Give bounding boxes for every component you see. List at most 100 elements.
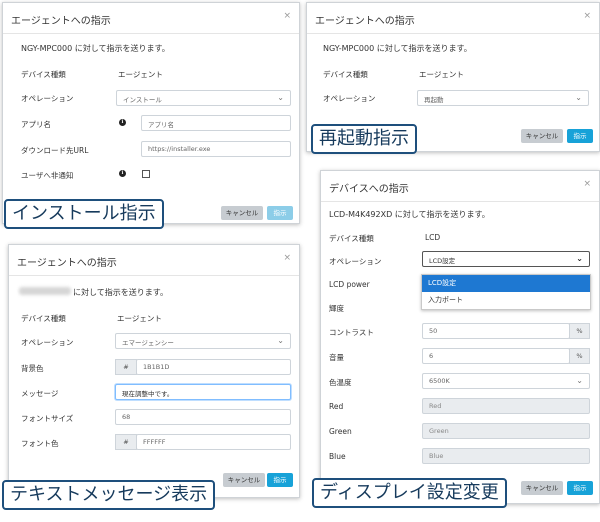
modal-header: エージェントへの指示 × [3,3,299,34]
download-url-input[interactable]: https://installer.exe [141,141,291,157]
caption-text-message: テキストメッセージ表示 [2,480,216,510]
volume-label: 音量 [329,353,344,362]
submit-button[interactable]: 指示 [567,481,593,495]
operation-label: オペレーション [21,338,74,347]
modal-title: エージェントへの指示 [315,16,415,27]
caption-install: インストール指示 [4,199,164,229]
operation-dropdown-list: LCD設定 入力ポート [421,274,591,310]
dropdown-option-lcd-settings[interactable]: LCD設定 [422,275,590,292]
device-type-label: デバイス種類 [329,234,374,243]
operation-select[interactable]: インストール ⌄ [116,90,291,106]
bg-color-label: 背景色 [21,364,44,373]
operation-select-value: インストール [123,96,162,104]
font-size-input[interactable]: 68 [115,409,291,425]
font-color-input[interactable]: FFFFFF [136,434,291,450]
operation-select-value: エマージェンシー [122,339,174,347]
chevron-down-icon: ⌄ [576,376,583,385]
download-url-label: ダウンロード先URL [21,146,89,155]
hash-addon: # [115,434,137,450]
dropdown-option-input-port[interactable]: 入力ポート [422,292,590,309]
device-type-label: デバイス種類 [323,70,368,79]
modal-title: エージェントへの指示 [11,16,111,27]
chevron-down-icon: ⌄ [576,254,583,263]
chevron-down-icon: ⌄ [575,93,582,102]
message-label: メッセージ [21,389,59,398]
operation-select[interactable]: 再起動 ⌄ [417,90,589,106]
notify-label: ユーザへ非通知 [21,171,74,180]
percent-addon: % [569,348,590,364]
notify-checkbox[interactable] [142,170,150,178]
color-temp-label: 色温度 [329,378,352,387]
blue-input[interactable]: Blue [422,448,590,464]
install-modal: エージェントへの指示 × NGY-MPC000 に対して指示を送ります。 デバイ… [2,2,300,224]
message-modal: エージェントへの指示 × に対して指示を送ります。 デバイス種類 エージェント … [8,244,300,498]
close-icon[interactable]: × [283,253,291,263]
color-temp-select[interactable]: 6500K ⌄ [422,373,590,389]
operation-select[interactable]: LCD設定 ⌄ [422,251,590,267]
cancel-button[interactable]: キャンセル [221,206,263,220]
download-url-placeholder: https://installer.exe [148,145,211,153]
green-input[interactable]: Green [422,423,590,439]
blue-label: Blue [329,452,346,461]
device-type-label: デバイス種類 [21,70,66,79]
operation-label: オペレーション [323,94,376,103]
bg-color-value: 1B1B1D [143,363,170,371]
submit-button[interactable]: 指示 [267,473,293,487]
operation-label: オペレーション [329,257,382,266]
app-name-placeholder: アプリ名 [148,121,174,129]
modal-header: エージェントへの指示 × [307,3,599,34]
operation-label: オペレーション [21,94,74,103]
blurred-device-name [19,287,71,295]
close-icon[interactable]: × [583,179,591,189]
device-type-value: エージェント [118,70,163,79]
font-color-label: フォント色 [21,439,59,448]
operation-select-value: LCD設定 [429,257,456,265]
caption-display-settings: ディスプレイ設定変更 [312,478,507,508]
contrast-input[interactable]: 50 [422,323,570,339]
cancel-button[interactable]: キャンセル [521,129,563,143]
red-input[interactable]: Red [422,398,590,414]
message-value: 現在調整中です。 [122,390,174,398]
cancel-button[interactable]: キャンセル [223,473,265,487]
message-input[interactable]: 現在調整中です。 [115,384,291,400]
submit-button[interactable]: 指示 [567,129,593,143]
modal-header: デバイスへの指示 × [321,171,599,202]
app-name-label: アプリ名 [21,120,51,129]
chevron-down-icon: ⌄ [277,93,284,102]
app-name-input[interactable]: アプリ名 [141,115,291,131]
device-type-value: エージェント [117,314,162,323]
display-modal: デバイスへの指示 × LCD-M4K492XD に対して指示を送ります。 デバイ… [320,170,600,504]
modal-description: NGY-MPC000 に対して指示を送ります。 [323,44,472,53]
modal-title: デバイスへの指示 [329,184,409,195]
operation-select[interactable]: エマージェンシー ⌄ [115,333,291,349]
red-label: Red [329,402,344,411]
green-label: Green [329,427,352,436]
contrast-value: 50 [429,327,438,335]
submit-button[interactable]: 指示 [267,206,293,220]
font-size-label: フォントサイズ [21,414,74,423]
red-placeholder: Red [429,402,442,410]
lcd-power-label: LCD power [329,280,370,289]
cancel-button[interactable]: キャンセル [521,481,563,495]
volume-input[interactable]: 6 [422,348,570,364]
modal-description: に対して指示を送ります。 [73,288,168,297]
info-icon[interactable]: i [119,170,126,177]
device-type-label: デバイス種類 [21,314,66,323]
hash-addon: # [115,359,137,375]
close-icon[interactable]: × [283,11,291,21]
caption-restart: 再起動指示 [311,124,417,154]
info-icon[interactable]: i [119,119,126,126]
modal-description: NGY-MPC000 に対して指示を送ります。 [21,44,170,53]
modal-title: エージェントへの指示 [17,258,117,269]
chevron-down-icon: ⌄ [277,336,284,345]
close-icon[interactable]: × [583,11,591,21]
font-color-value: FFFFFF [143,438,166,446]
contrast-label: コントラスト [329,328,374,337]
operation-select-value: 再起動 [424,96,444,104]
green-placeholder: Green [429,427,449,435]
modal-description: LCD-M4K492XD に対して指示を送ります。 [329,210,490,219]
device-type-value: LCD [425,233,441,242]
color-temp-value: 6500K [429,377,450,385]
bg-color-input[interactable]: 1B1B1D [136,359,291,375]
device-type-value: エージェント [419,70,464,79]
